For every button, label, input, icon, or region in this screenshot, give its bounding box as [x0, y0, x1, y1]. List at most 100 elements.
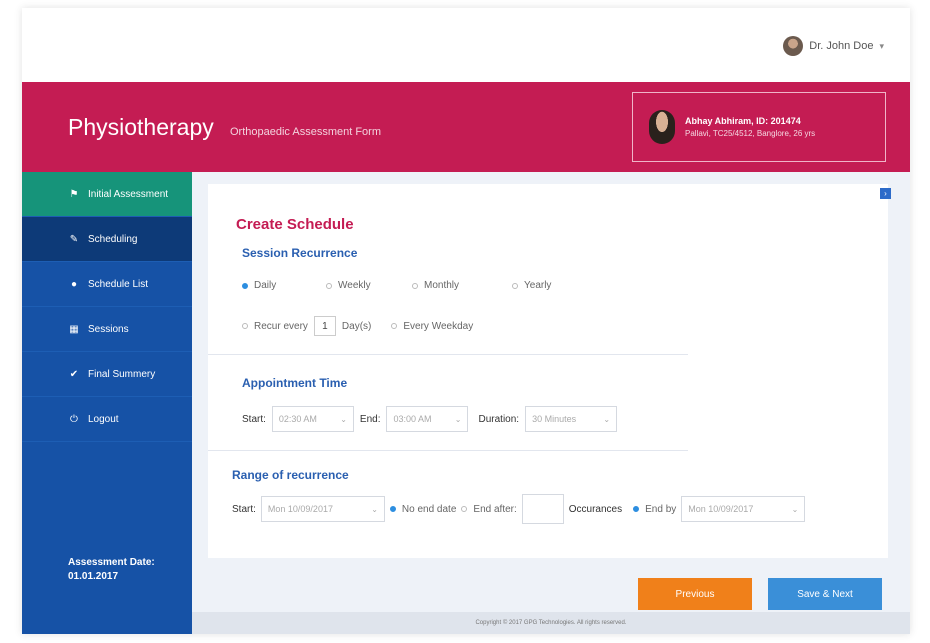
- assessment-date: Assessment Date: 01.01.2017: [68, 556, 155, 584]
- main-content: › Create Schedule Session Recurrence Dai…: [192, 172, 910, 634]
- occurrences-label: Occurances: [568, 503, 623, 515]
- sidebar-item-label: Initial Assessment: [88, 188, 169, 200]
- sidebar-item-label: Final Summery: [88, 368, 156, 380]
- occurrences-input[interactable]: [521, 494, 564, 524]
- recur-unit-label: Day(s): [341, 320, 372, 332]
- divider: [208, 450, 688, 451]
- chevron-down-icon: ⌄: [603, 414, 611, 424]
- page-title: Physiotherapy: [68, 114, 214, 140]
- radio-dot: [633, 506, 640, 512]
- sidebar-item-final-summary[interactable]: ✔ Final Summery: [22, 352, 192, 397]
- select-value: 30 Minutes: [532, 414, 577, 424]
- patient-name: Abhay Abhiram, ID: 201474: [685, 116, 801, 126]
- radio-daily[interactable]: Daily: [242, 280, 326, 291]
- chevron-down-icon: ⌄: [791, 504, 799, 514]
- start-time-label: Start:: [242, 413, 266, 425]
- radio-end-by[interactable]: End by: [633, 504, 676, 515]
- appointment-time-row: Start: 02:30 AM ⌄ End: 03:00 AM ⌄ Duration…: [242, 406, 618, 432]
- power-icon: ⏻: [70, 413, 78, 425]
- sidebar-item-logout[interactable]: ⏻ Logout: [22, 397, 192, 442]
- user-name: Dr. John Doe: [809, 40, 874, 52]
- sidebar-item-schedule-list[interactable]: ● Schedule List: [22, 262, 192, 307]
- avatar: [783, 36, 804, 56]
- sidebar-item-label: Sessions: [88, 323, 129, 335]
- radio-label: Recur every: [254, 320, 308, 332]
- radio-dot: [391, 323, 398, 329]
- radio-dot: [242, 323, 248, 329]
- patient-card: Abhay Abhiram, ID: 201474 Pallavi, TC25/…: [632, 92, 886, 162]
- radio-every-weekday[interactable]: Every Weekday: [391, 321, 473, 332]
- radio-weekly[interactable]: Weekly: [326, 280, 412, 291]
- sidebar-item-scheduling[interactable]: ✎ Scheduling: [22, 217, 198, 262]
- flag-icon: ⚑: [69, 188, 79, 200]
- section-heading-appointment-time: Appointment Time: [242, 376, 348, 390]
- patient-detail: Pallavi, TC25/4512, Banglore, 26 yrs: [685, 129, 816, 138]
- section-heading-range: Range of recurrence: [232, 468, 349, 482]
- radio-dot: [326, 282, 332, 289]
- form-heading: Create Schedule: [236, 216, 354, 233]
- select-value: Mon 10/09/2017: [267, 504, 333, 514]
- range-row: Start: Mon 10/09/2017 ⌄ No end date End a…: [232, 494, 806, 524]
- sidebar-item-sessions[interactable]: ▦ Sessions: [22, 307, 192, 352]
- save-next-button[interactable]: Save & Next: [768, 578, 882, 610]
- check-icon: ✔: [69, 368, 79, 380]
- top-bar: Dr. John Doe ▾: [22, 8, 910, 82]
- footer: Copyright © 2017 GPG Technologies. All r…: [192, 612, 910, 634]
- radio-recur-every[interactable]: Recur every: [242, 321, 308, 332]
- assessment-date-label: Assessment Date:: [68, 557, 155, 568]
- user-menu[interactable]: Dr. John Doe ▾: [783, 36, 884, 56]
- chevron-down-icon: ▾: [879, 40, 884, 51]
- radio-label: End by: [645, 503, 677, 515]
- patient-avatar: [649, 110, 675, 144]
- sidebar-item-label: Logout: [88, 413, 119, 425]
- recur-every-input[interactable]: [313, 316, 336, 336]
- chevron-down-icon: ⌄: [371, 504, 378, 514]
- section-heading-session-recurrence: Session Recurrence: [242, 246, 358, 260]
- select-value: Mon 10/09/2017: [688, 504, 754, 514]
- radio-dot: [242, 282, 248, 289]
- radio-dot: [461, 506, 468, 512]
- previous-button[interactable]: Previous: [638, 578, 752, 610]
- radio-dot: [389, 506, 396, 512]
- recurrence-options: Daily Weekly Monthly Yearly: [242, 280, 551, 291]
- sidebar: ⚑ Initial Assessment ✎ Scheduling ● Sche…: [22, 172, 198, 634]
- radio-label: Yearly: [524, 280, 552, 291]
- collapse-button[interactable]: ›: [880, 188, 891, 199]
- end-by-select[interactable]: Mon 10/09/2017 ⌄: [681, 496, 806, 522]
- range-start-label: Start:: [232, 503, 256, 515]
- info-circle-icon: ●: [70, 278, 78, 290]
- end-time-select[interactable]: 03:00 AM ⌄: [386, 406, 469, 432]
- radio-label: No end date: [401, 503, 457, 515]
- pencil-icon: ✎: [69, 233, 79, 245]
- select-value: 02:30 AM: [278, 414, 317, 424]
- recur-every-row: Recur every Day(s) Every Weekday: [242, 316, 473, 336]
- page-subtitle: Orthopaedic Assessment Form: [230, 126, 382, 138]
- chevron-down-icon: ⌄: [340, 414, 347, 424]
- radio-monthly[interactable]: Monthly: [412, 280, 512, 291]
- range-start-select[interactable]: Mon 10/09/2017 ⌄: [260, 496, 385, 522]
- schedule-form-card: › Create Schedule Session Recurrence Dai…: [208, 184, 891, 558]
- sidebar-item-label: Scheduling: [88, 233, 138, 245]
- start-time-select[interactable]: 02:30 AM ⌄: [271, 406, 354, 432]
- assessment-date-value: 01.01.2017: [68, 571, 119, 582]
- radio-label: Daily: [254, 280, 277, 291]
- radio-label: Every Weekday: [403, 320, 474, 332]
- sidebar-item-initial-assessment[interactable]: ⚑ Initial Assessment: [22, 172, 192, 217]
- table-icon: ▦: [69, 323, 79, 335]
- copyright-text: Copyright © 2017 GPG Technologies. All r…: [475, 620, 627, 626]
- divider: [208, 354, 688, 355]
- radio-label: Monthly: [424, 280, 460, 291]
- duration-label: Duration:: [478, 413, 520, 425]
- app-window: Dr. John Doe ▾ Physiotherapy Orthopaedic…: [22, 8, 910, 634]
- sidebar-item-label: Schedule List: [88, 278, 149, 290]
- radio-label: Weekly: [338, 280, 371, 291]
- duration-select[interactable]: 30 Minutes ⌄: [525, 406, 618, 432]
- radio-end-after[interactable]: End after:: [461, 503, 517, 515]
- header-banner: Physiotherapy Orthopaedic Assessment For…: [22, 82, 910, 172]
- radio-label: End after:: [473, 503, 517, 515]
- radio-dot: [512, 282, 518, 289]
- chevron-down-icon: ⌄: [454, 414, 462, 424]
- radio-no-end-date[interactable]: No end date: [389, 503, 457, 515]
- radio-yearly[interactable]: Yearly: [512, 280, 551, 291]
- radio-dot: [412, 282, 418, 289]
